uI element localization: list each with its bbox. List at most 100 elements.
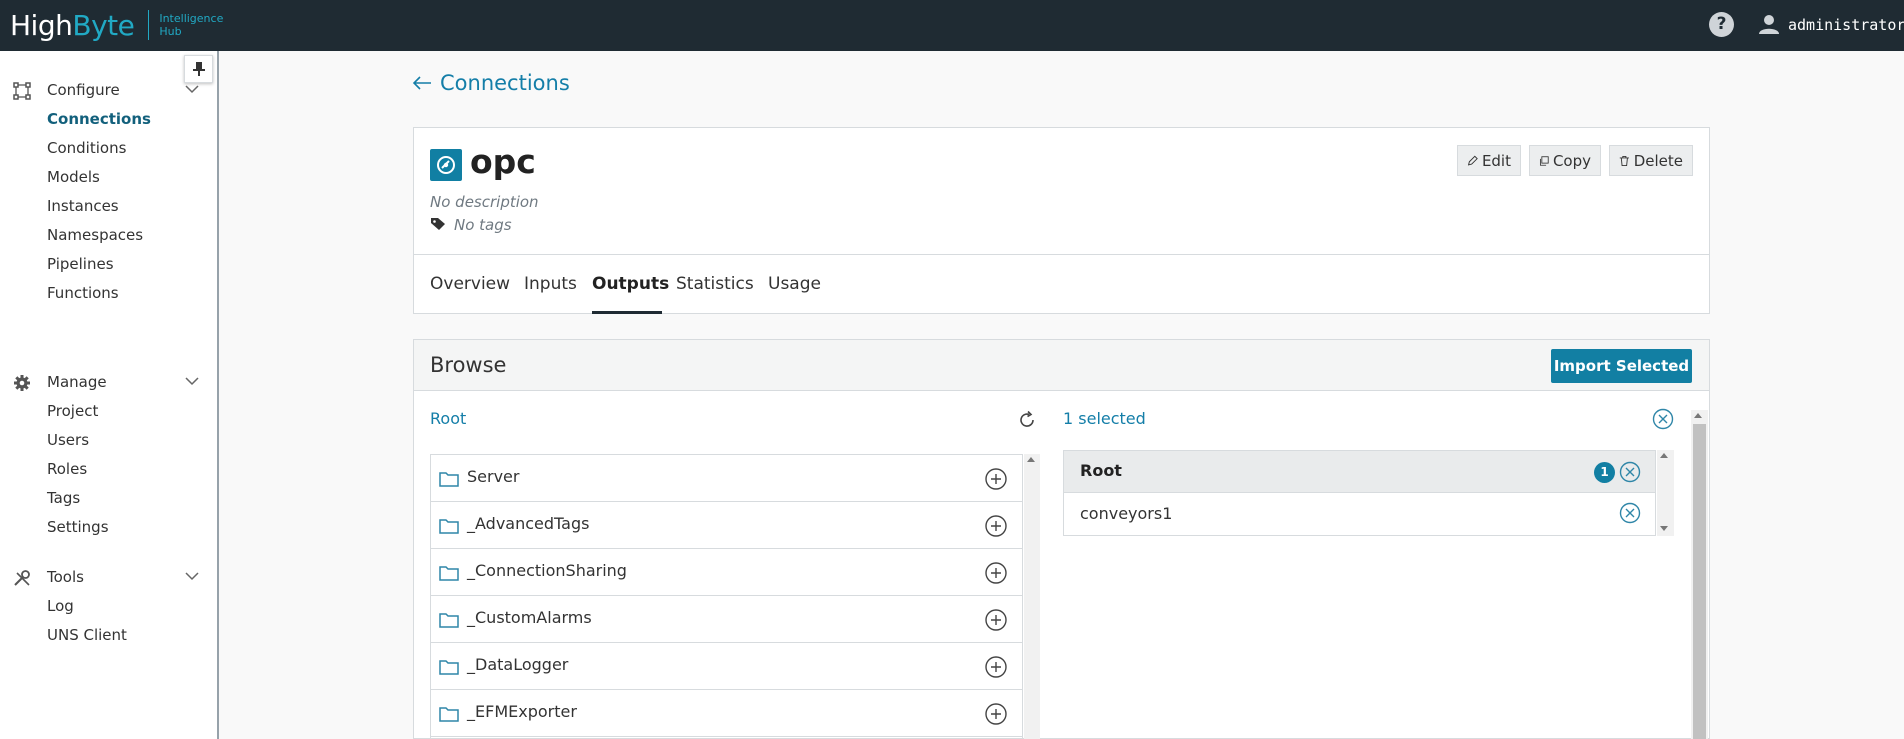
copy-button[interactable]: Copy [1529, 145, 1601, 176]
user-menu[interactable]: administrator [1788, 16, 1904, 34]
top-bar: HighByte Intelligence Hub ? administrator [0, 0, 1904, 51]
scroll-down-icon[interactable] [1660, 526, 1668, 531]
nav-label-configure: Configure [47, 81, 120, 99]
tree-row-label: _EFMExporter [467, 702, 577, 721]
tree-row-label: _DataLogger [467, 655, 569, 674]
tree-row-label: _CustomAlarms [467, 608, 592, 627]
back-to-connections-link[interactable]: Connections [412, 71, 570, 95]
sidebar-item-functions[interactable]: Functions [0, 279, 217, 308]
nav-header-configure[interactable]: Configure [0, 75, 217, 105]
chevron-down-icon[interactable] [185, 571, 199, 581]
sidebar-item-project[interactable]: Project [0, 397, 217, 426]
scroll-up-icon[interactable] [1694, 413, 1702, 418]
chevron-down-icon[interactable] [185, 84, 199, 94]
browse-panel: Browse Import Selected Root Server _Adva… [413, 339, 1710, 739]
trash-icon [1619, 155, 1629, 166]
tree-row[interactable]: _EFMExporter [431, 690, 1022, 737]
remove-group-icon[interactable] [1619, 461, 1641, 483]
logo-wordmark: HighByte [10, 8, 135, 42]
sidebar-item-models[interactable]: Models [0, 163, 217, 192]
browse-header: Browse Import Selected [414, 340, 1709, 391]
tree-row[interactable]: _DataLogger [431, 643, 1022, 690]
selected-group-count-badge: 1 [1594, 462, 1615, 483]
panel-scrollbar[interactable] [1691, 410, 1708, 739]
import-selected-button[interactable]: Import Selected [1551, 349, 1692, 383]
browse-root-breadcrumb[interactable]: Root [430, 409, 466, 428]
folder-icon [439, 613, 459, 628]
clear-selection-icon[interactable] [1652, 408, 1674, 430]
connection-description: No description [430, 193, 539, 211]
folder-icon [439, 707, 459, 722]
add-circle-icon[interactable] [984, 608, 1008, 632]
nav-section-tools: Tools Log UNS Client [0, 562, 217, 650]
active-tab-indicator [592, 311, 662, 314]
browse-title: Browse [430, 353, 507, 377]
sidebar-item-roles[interactable]: Roles [0, 455, 217, 484]
delete-button[interactable]: Delete [1609, 145, 1693, 176]
sidebar: Configure Connections Conditions Models … [0, 51, 219, 739]
tree-row[interactable]: _CustomAlarms [431, 596, 1022, 643]
highbyte-logo[interactable]: HighByte Intelligence Hub [10, 8, 223, 42]
card-divider [414, 254, 1709, 255]
tree-row-label: _AdvancedTags [467, 514, 590, 533]
remove-item-icon[interactable] [1619, 502, 1641, 524]
add-circle-icon[interactable] [984, 702, 1008, 726]
selected-count: 1 selected [1063, 409, 1146, 428]
selected-item-label: conveyors1 [1080, 504, 1173, 523]
tab-statistics[interactable]: Statistics [676, 274, 754, 294]
nav-label-tools: Tools [47, 568, 84, 586]
tree-row[interactable]: Server [431, 455, 1022, 502]
folder-icon [439, 472, 459, 487]
sidebar-item-settings[interactable]: Settings [0, 513, 217, 542]
opc-connection-icon [430, 149, 462, 181]
edit-button[interactable]: Edit [1457, 145, 1521, 176]
add-circle-icon[interactable] [984, 561, 1008, 585]
refresh-icon[interactable] [1017, 410, 1037, 430]
sidebar-item-log[interactable]: Log [0, 592, 217, 621]
arrow-left-icon [412, 76, 431, 90]
folder-icon [439, 660, 459, 675]
tag-icon [431, 218, 445, 230]
scroll-up-icon[interactable] [1660, 453, 1668, 458]
nav-section-manage: Manage Project Users Roles Tags Settings [0, 367, 217, 542]
sidebar-item-users[interactable]: Users [0, 426, 217, 455]
nav-header-tools[interactable]: Tools [0, 562, 217, 592]
copy-icon [1539, 155, 1549, 166]
help-icon[interactable]: ? [1709, 12, 1734, 37]
tree-scrollbar[interactable] [1024, 454, 1040, 739]
gear-icon [14, 375, 30, 391]
folder-icon [439, 566, 459, 581]
selected-scrollbar[interactable] [1657, 450, 1674, 536]
tree-row[interactable]: _AdvancedTags [431, 502, 1022, 549]
user-icon[interactable] [1758, 13, 1780, 35]
nav-label-manage: Manage [47, 373, 107, 391]
add-circle-icon[interactable] [984, 467, 1008, 491]
selected-group-header: Root 1 [1064, 451, 1655, 493]
sidebar-item-connections[interactable]: Connections [0, 105, 217, 134]
scroll-up-icon[interactable] [1027, 457, 1035, 462]
logo-divider [148, 10, 150, 40]
connection-tags: No tags [454, 216, 512, 234]
add-circle-icon[interactable] [984, 514, 1008, 538]
nav-section-configure: Configure Connections Conditions Models … [0, 75, 217, 308]
logo-subtitle: Intelligence Hub [159, 12, 224, 38]
sidebar-item-namespaces[interactable]: Namespaces [0, 221, 217, 250]
nav-header-manage[interactable]: Manage [0, 367, 217, 397]
configure-icon [13, 82, 31, 100]
chevron-down-icon[interactable] [185, 376, 199, 386]
scrollbar-thumb[interactable] [1693, 424, 1706, 739]
tab-inputs[interactable]: Inputs [524, 274, 577, 294]
sidebar-item-pipelines[interactable]: Pipelines [0, 250, 217, 279]
sidebar-item-instances[interactable]: Instances [0, 192, 217, 221]
sidebar-item-tags[interactable]: Tags [0, 484, 217, 513]
tab-outputs[interactable]: Outputs [592, 274, 669, 294]
sidebar-item-conditions[interactable]: Conditions [0, 134, 217, 163]
tools-icon [14, 570, 30, 586]
tree-row[interactable]: _ConnectionSharing [431, 549, 1022, 596]
tab-usage[interactable]: Usage [768, 274, 821, 294]
tab-overview[interactable]: Overview [430, 274, 510, 294]
back-link-label: Connections [440, 71, 570, 95]
add-circle-icon[interactable] [984, 655, 1008, 679]
selected-group-label: Root [1080, 461, 1122, 480]
sidebar-item-uns-client[interactable]: UNS Client [0, 621, 217, 650]
